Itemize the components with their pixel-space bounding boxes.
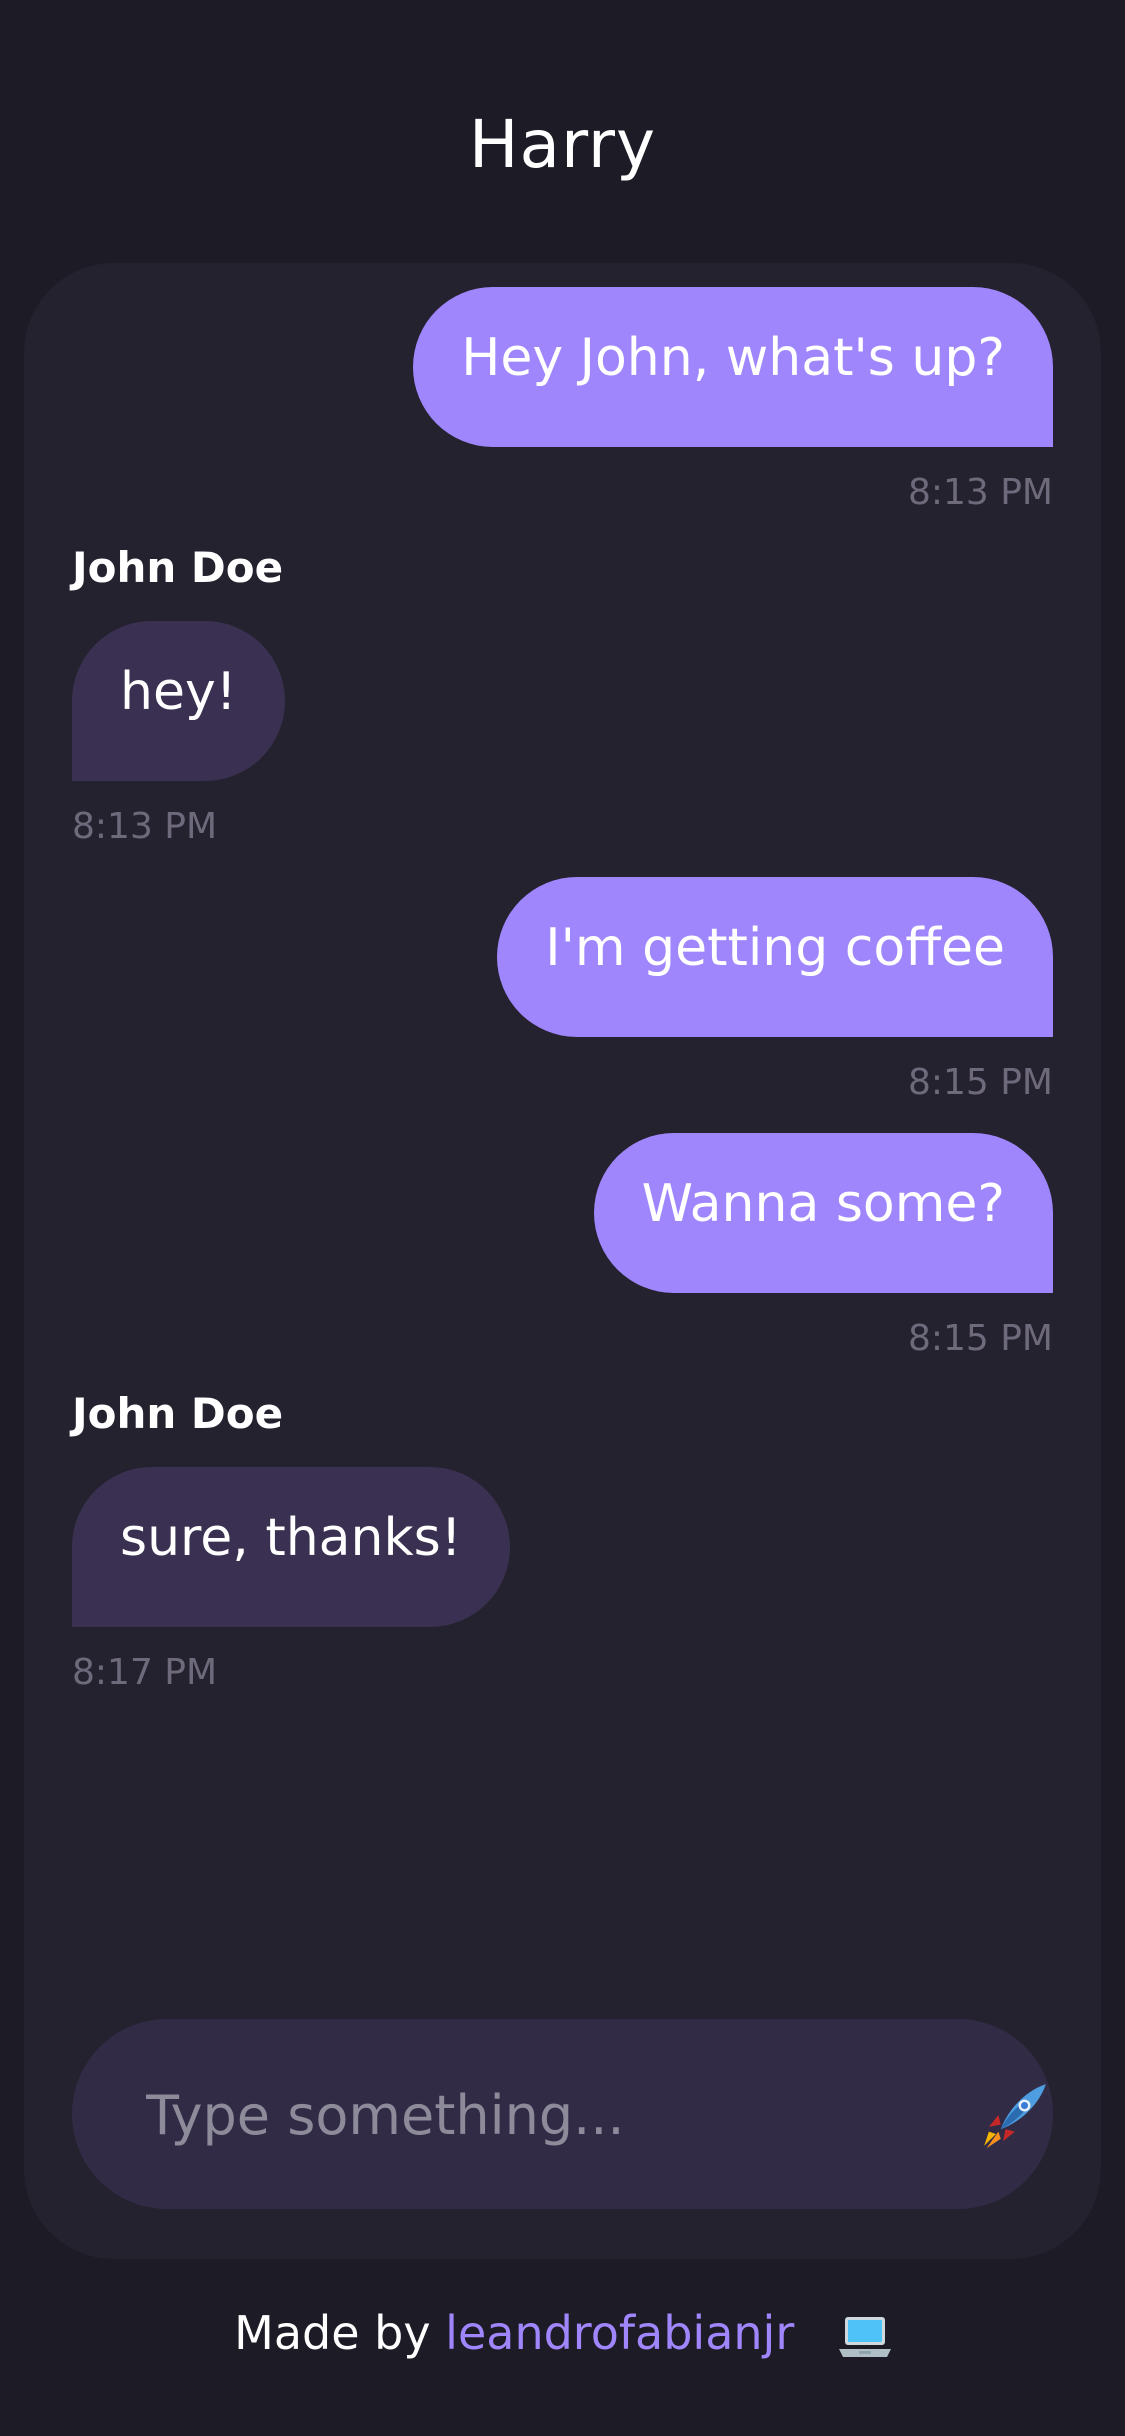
message-bubble: sure, thanks! — [72, 1467, 510, 1627]
message-bubble: hey! — [72, 621, 285, 781]
made-by-label: Made by — [234, 2306, 431, 2360]
chat-title: Harry — [468, 106, 657, 183]
laptop-icon — [838, 2316, 891, 2357]
message-received: John Doe hey! 8:13 PM — [72, 515, 1053, 849]
chat-window: Hey John, what's up? 8:13 PM John Doe he… — [24, 263, 1101, 2259]
message-time: 8:15 PM — [907, 1318, 1053, 1359]
message-sent: Wanna some? 8:15 PM — [72, 1133, 1053, 1361]
message-composer — [72, 2019, 1053, 2209]
footer: Made by leandrofabianjr — [0, 2303, 1125, 2363]
message-time: 8:17 PM — [72, 1652, 218, 1693]
sender-name: John Doe — [72, 1389, 284, 1438]
message-sent: Hey John, what's up? 8:13 PM — [72, 287, 1053, 515]
message-list: Hey John, what's up? 8:13 PM John Doe he… — [72, 287, 1053, 1695]
message-bubble: Wanna some? — [593, 1133, 1053, 1293]
message-bubble: I'm getting coffee — [497, 877, 1053, 1037]
message-bubble: Hey John, what's up? — [413, 287, 1053, 447]
author-link[interactable]: leandrofabianjr — [445, 2306, 794, 2360]
message-time: 8:15 PM — [907, 1062, 1053, 1103]
message-input[interactable] — [144, 2059, 908, 2171]
message-time: 8:13 PM — [72, 806, 218, 847]
message-received: John Doe sure, thanks! 8:17 PM — [72, 1361, 1053, 1695]
rocket-icon[interactable] — [977, 2077, 1053, 2153]
message-sent: I'm getting coffee 8:15 PM — [72, 877, 1053, 1105]
message-time: 8:13 PM — [907, 472, 1053, 513]
sender-name: John Doe — [72, 543, 284, 592]
